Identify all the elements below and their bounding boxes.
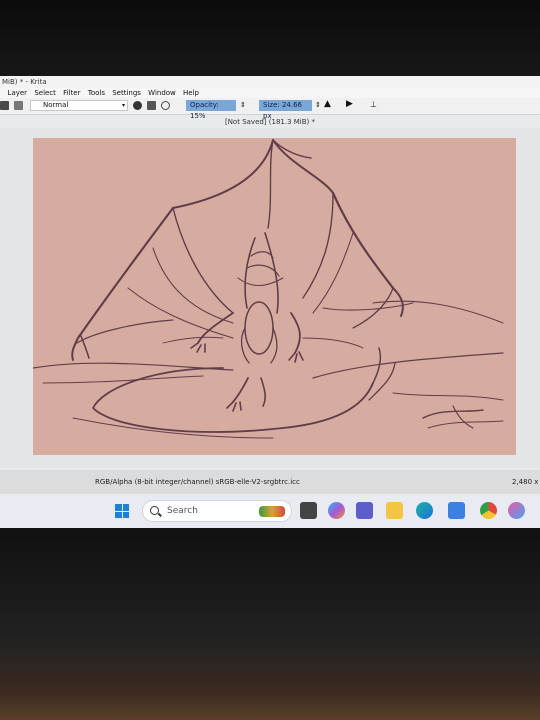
image-dimensions: 2,480 x [512,478,539,486]
status-bar: RGB/Alpha (8-bit integer/channel) sRGB-e… [0,470,540,494]
mirror-horizontal-icon[interactable]: ▲ [324,99,331,109]
mirror-vertical-icon[interactable]: ▶ [346,99,353,109]
blend-mode-value: Normal [43,101,69,109]
chrome-icon[interactable] [480,502,497,519]
menu-settings[interactable]: Settings [112,89,141,97]
drawing-canvas[interactable] [33,138,516,455]
copilot-icon[interactable] [328,502,345,519]
wrap-around-icon[interactable]: ⊥ [370,100,377,109]
search-icon [150,506,159,515]
edge-icon[interactable] [416,502,433,519]
task-view-icon[interactable] [300,502,317,519]
brush-toolbar: Normal ▾ Opacity: 15% ⇕ Size: 24.66 px ⇕… [0,98,540,120]
file-explorer-icon[interactable] [386,502,403,519]
krita-icon[interactable] [508,502,525,519]
desk-and-monitor-base [0,528,540,720]
taskbar-search-box[interactable]: Search [142,500,292,522]
menu-select[interactable]: Select [34,89,56,97]
window-title: MiB) * - Krita [0,76,540,88]
screen: MiB) * - Krita e Layer Select Filter Too… [0,76,540,528]
menu-window[interactable]: Window [148,89,176,97]
size-spin-icon[interactable]: ⇕ [315,101,321,109]
blend-mode-select[interactable]: Normal ▾ [30,100,128,111]
brush-settings-icon[interactable] [14,101,23,110]
menu-help[interactable]: Help [183,89,199,97]
search-highlight-icon [259,506,285,517]
search-placeholder: Search [167,506,198,516]
canvas-area[interactable] [0,128,540,468]
menu-tools[interactable]: Tools [88,89,105,97]
windows-taskbar: Search [0,496,540,528]
dragon-sketch [33,139,504,439]
preserve-alpha-icon[interactable] [147,101,156,110]
teams-icon[interactable] [356,502,373,519]
store-icon[interactable] [448,502,465,519]
brush-presets-icon[interactable] [0,101,9,110]
monitor-bezel-top [0,0,540,78]
menu-layer[interactable]: Layer [8,89,28,97]
chevron-down-icon: ▾ [121,102,125,109]
reload-preset-icon[interactable] [161,101,170,110]
color-profile-info: RGB/Alpha (8-bit integer/channel) sRGB-e… [95,478,300,486]
menu-bar: e Layer Select Filter Tools Settings Win… [0,88,540,98]
opacity-spin-icon[interactable]: ⇕ [240,101,246,109]
document-status: [Not Saved] (181.3 MiB) * [224,118,316,126]
menu-filter[interactable]: Filter [63,89,80,97]
size-slider[interactable]: Size: 24.66 px [259,100,312,120]
eraser-mode-icon[interactable] [133,101,142,110]
opacity-slider[interactable]: Opacity: 15% [186,100,236,120]
windows-start-icon[interactable] [115,504,129,518]
